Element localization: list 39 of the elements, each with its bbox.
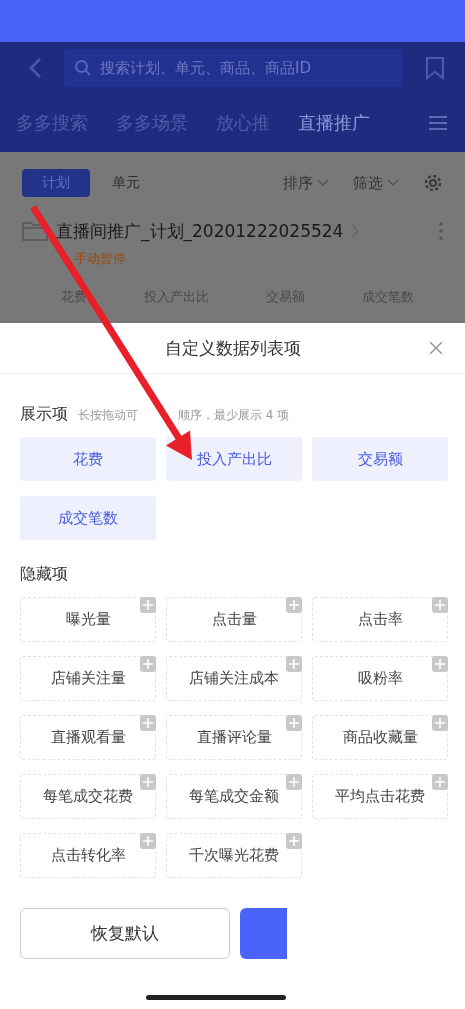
add-icon[interactable] — [140, 774, 156, 790]
shown-item[interactable]: 投入产出比 — [166, 437, 302, 481]
add-icon[interactable] — [286, 715, 302, 731]
settings-icon[interactable] — [423, 173, 443, 193]
category-tab[interactable]: 直播推广 — [298, 111, 370, 135]
section-title: 展示项 — [20, 404, 68, 425]
section-title: 隐藏项 — [20, 564, 68, 585]
shown-item[interactable]: 花费 — [20, 437, 156, 481]
add-icon[interactable] — [140, 656, 156, 672]
add-icon[interactable] — [140, 715, 156, 731]
add-icon[interactable] — [286, 833, 302, 849]
search-field[interactable]: 搜索计划、单元、商品、商品ID — [64, 49, 403, 87]
more-icon[interactable] — [439, 222, 443, 240]
add-icon[interactable] — [286, 774, 302, 790]
bookmark-icon[interactable] — [425, 56, 445, 80]
section-hint: 顺序，最少展示 4 项 — [178, 407, 290, 424]
plan-name[interactable]: 直播间推广_计划_20201222025524 — [56, 219, 344, 243]
add-icon[interactable] — [432, 597, 448, 613]
close-icon[interactable] — [429, 341, 443, 355]
section-hint: 长按拖动可 — [78, 407, 138, 424]
confirm-button[interactable] — [240, 908, 287, 959]
search-icon — [74, 59, 92, 77]
caret-icon — [387, 179, 399, 187]
add-icon[interactable] — [286, 656, 302, 672]
menu-icon[interactable] — [429, 115, 447, 131]
plan-status: 手动暂停 — [73, 250, 127, 268]
add-icon[interactable] — [140, 597, 156, 613]
add-icon[interactable] — [286, 597, 302, 613]
reset-button[interactable]: 恢复默认 — [20, 908, 230, 959]
add-icon[interactable] — [140, 833, 156, 849]
add-icon[interactable] — [432, 656, 448, 672]
add-icon[interactable] — [432, 774, 448, 790]
caret-icon — [317, 179, 329, 187]
add-icon[interactable] — [432, 715, 448, 731]
shown-item[interactable]: 交易额 — [312, 437, 448, 481]
folder-icon — [22, 221, 48, 241]
dialog-title: 自定义数据列表项 — [164, 336, 301, 360]
back-icon[interactable] — [28, 57, 42, 79]
shown-item[interactable]: 成交笔数 — [20, 496, 156, 540]
